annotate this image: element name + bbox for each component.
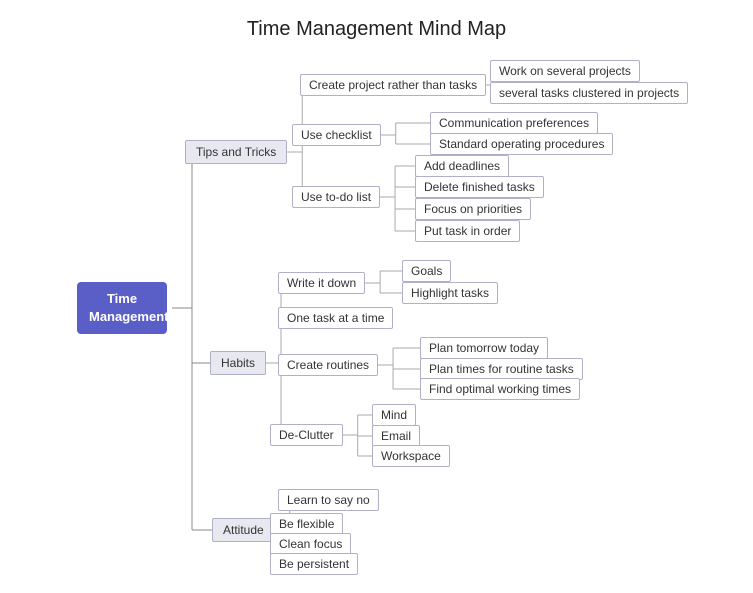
sub-todo: Use to-do list (292, 186, 380, 208)
leaf-highlight: Highlight tasks (402, 282, 498, 304)
sub-flexible: Be flexible (270, 513, 343, 535)
sub-persist: Be persistent (270, 553, 358, 575)
leaf-plan-tomorrow: Plan tomorrow today (420, 337, 548, 359)
root-node: Time Management (72, 285, 172, 331)
sub-sayno: Learn to say no (278, 489, 379, 511)
leaf-task-order: Put task in order (415, 220, 520, 242)
leaf-work-projects: Work on several projects (490, 60, 640, 82)
leaf-workspace: Workspace (372, 445, 450, 467)
branch-attitude: Attitude (212, 518, 275, 542)
leaf-mind: Mind (372, 404, 416, 426)
root-label: Time Management (77, 282, 167, 334)
branch-habits: Habits (210, 351, 266, 375)
leaf-standard-ops: Standard operating procedures (430, 133, 613, 155)
leaf-goals: Goals (402, 260, 451, 282)
sub-routines: Create routines (278, 354, 378, 376)
branch-tips: Tips and Tricks (185, 140, 287, 164)
sub-checklist: Use checklist (292, 124, 381, 146)
leaf-optimal: Find optimal working times (420, 378, 580, 400)
sub-declutter: De-Clutter (270, 424, 343, 446)
leaf-clustered: several tasks clustered in projects (490, 82, 688, 104)
page-title: Time Management Mind Map (0, 0, 753, 51)
leaf-email: Email (372, 425, 420, 447)
sub-onetask: One task at a time (278, 307, 393, 329)
sub-writeit: Write it down (278, 272, 365, 294)
sub-clean: Clean focus (270, 533, 351, 555)
leaf-plan-routine: Plan times for routine tasks (420, 358, 583, 380)
leaf-delete-finished: Delete finished tasks (415, 176, 544, 198)
leaf-comm-pref: Communication preferences (430, 112, 598, 134)
sub-project: Create project rather than tasks (300, 74, 486, 96)
leaf-focus-priorities: Focus on priorities (415, 198, 531, 220)
leaf-add-deadlines: Add deadlines (415, 155, 509, 177)
